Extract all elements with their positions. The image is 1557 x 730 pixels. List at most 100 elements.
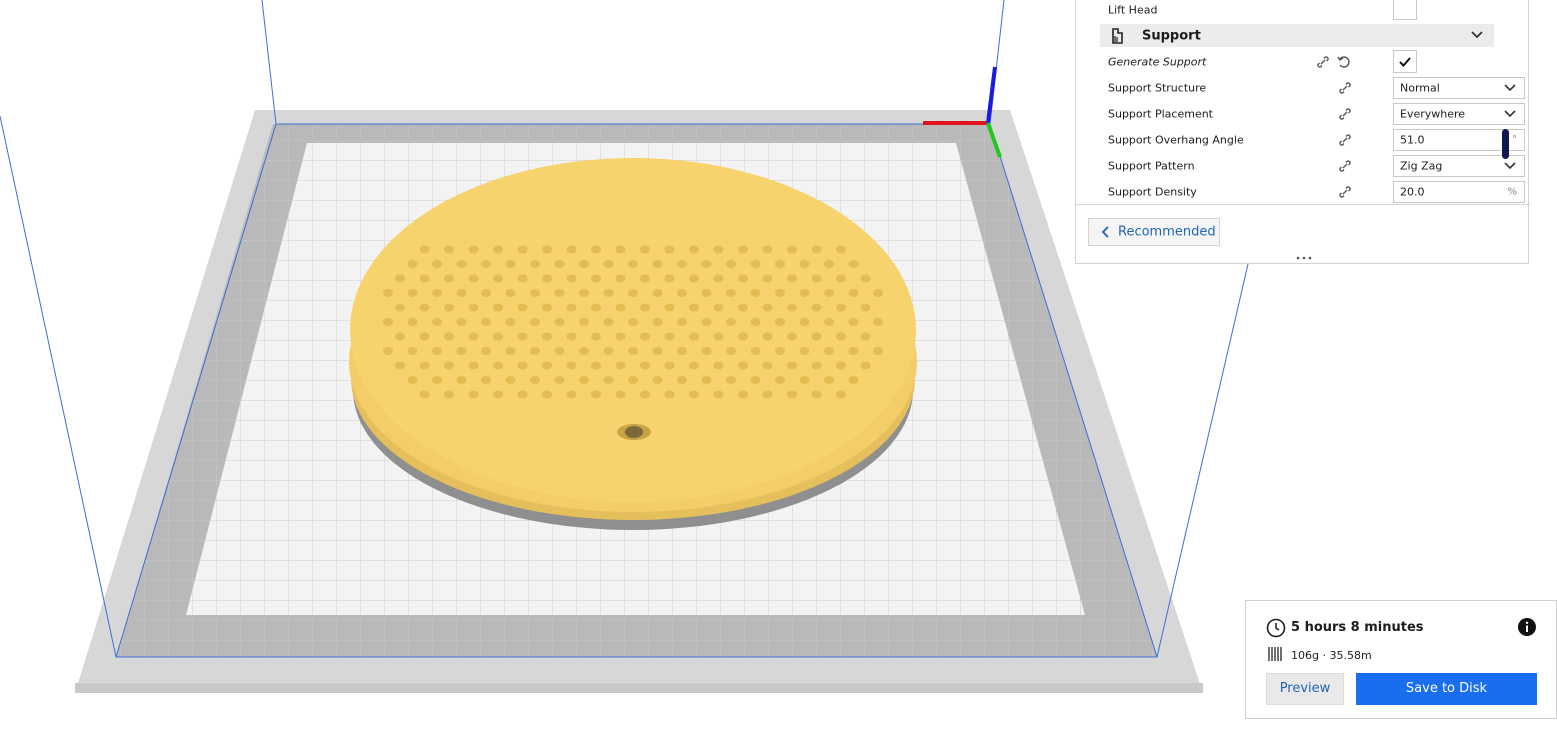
model-manhole-cover[interactable] [349, 158, 917, 530]
model-stud [713, 390, 724, 399]
model-stud [554, 376, 565, 384]
model-stud [836, 332, 846, 341]
model-stud [505, 318, 516, 326]
model-stud [799, 347, 810, 355]
model-stud [787, 245, 797, 254]
model-stud [677, 289, 687, 297]
model-stud [811, 332, 822, 341]
model-stud [824, 289, 834, 297]
link-icon[interactable] [1338, 107, 1352, 121]
model-stud [775, 260, 785, 268]
recommended-button[interactable]: Recommended [1088, 218, 1220, 246]
print-time: 5 hours 8 minutes [1291, 620, 1424, 635]
model-stud [811, 303, 822, 312]
model-stud [664, 245, 675, 254]
model-stud [860, 303, 871, 312]
model-stud [762, 303, 773, 312]
model-stud [652, 260, 663, 268]
resize-handle-icon[interactable] [1294, 254, 1314, 262]
model-stud [873, 318, 883, 326]
lift-head-checkbox[interactable] [1393, 0, 1417, 20]
model-stud [444, 274, 454, 283]
model-stud [811, 390, 822, 399]
model-stud [591, 361, 601, 370]
model-stud [517, 303, 528, 312]
settings-scrollbar[interactable] [1502, 129, 1509, 159]
model-stud [799, 260, 810, 268]
support-density-input[interactable]: 20.0 % [1393, 181, 1525, 203]
support-placement-select[interactable]: Everywhere [1393, 103, 1525, 125]
model-stud [640, 361, 650, 370]
generate-support-checkbox[interactable] [1393, 50, 1417, 73]
model-stud [824, 376, 834, 384]
model-stud [481, 318, 491, 326]
category-support[interactable]: Support [1100, 24, 1494, 47]
model-stud [517, 274, 528, 283]
support-structure-select[interactable]: Normal [1393, 77, 1525, 99]
model-stud [873, 289, 883, 297]
model-stud [493, 390, 503, 399]
setting-support-overhang-angle: Support Overhang Angle 51.0 ° [1108, 127, 1525, 153]
link-icon[interactable] [1338, 133, 1352, 147]
model-stud [615, 303, 626, 312]
model-stud [579, 376, 589, 384]
model-stud [873, 347, 883, 355]
clock-icon [1266, 618, 1286, 638]
model-stud [726, 289, 736, 297]
model-stud [530, 318, 540, 326]
model-stud [468, 332, 479, 341]
model-stud [395, 274, 405, 283]
model-stud [493, 245, 503, 254]
model-stud [664, 361, 675, 370]
model-stud [860, 361, 871, 370]
model-stud [615, 332, 626, 341]
model-stud [689, 303, 699, 312]
select-value: Normal [1400, 81, 1440, 95]
model-stud [591, 274, 601, 283]
model-stud [701, 376, 712, 384]
model-stud [628, 376, 638, 384]
model-stud [542, 303, 552, 312]
model-stud [824, 260, 834, 268]
model-stud [456, 260, 467, 268]
model-stud [615, 390, 626, 399]
model-stud [493, 332, 503, 341]
checkmark-icon [1399, 57, 1411, 67]
info-icon[interactable] [1517, 617, 1537, 637]
model-stud [419, 332, 430, 341]
print-info-card: 5 hours 8 minutes 106g · 35.58m Preview … [1245, 600, 1557, 719]
model-stud [566, 361, 577, 370]
model-stud [775, 289, 785, 297]
link-icon[interactable] [1338, 185, 1352, 199]
select-value: Everywhere [1400, 107, 1466, 121]
model-stud [554, 347, 565, 355]
panel-divider [1076, 204, 1530, 205]
model-stud [762, 274, 773, 283]
save-to-disk-button[interactable]: Save to Disk [1356, 673, 1537, 705]
model-stud [615, 245, 626, 254]
model-stud [677, 318, 687, 326]
preview-button[interactable]: Preview [1266, 673, 1344, 705]
model-stud [848, 318, 859, 326]
model-stud [481, 289, 491, 297]
model-stud [579, 260, 589, 268]
select-value: Zig Zag [1400, 159, 1443, 173]
link-icon[interactable] [1338, 159, 1352, 173]
setting-label: Support Structure [1108, 81, 1207, 95]
model-stud [481, 347, 491, 355]
input-value: 20.0 [1400, 185, 1425, 199]
link-icon[interactable] [1316, 55, 1330, 69]
model-stud [542, 361, 552, 370]
model-stud [726, 347, 736, 355]
model-stud [836, 303, 846, 312]
model-stud [775, 318, 785, 326]
reset-icon[interactable] [1337, 55, 1351, 69]
model-stud [628, 260, 638, 268]
model-stud [383, 347, 393, 355]
link-icon[interactable] [1338, 81, 1352, 95]
model-stud [505, 260, 516, 268]
model-stud [432, 347, 442, 355]
model-stud [456, 289, 467, 297]
model-stud [591, 245, 601, 254]
model-stud [566, 332, 577, 341]
